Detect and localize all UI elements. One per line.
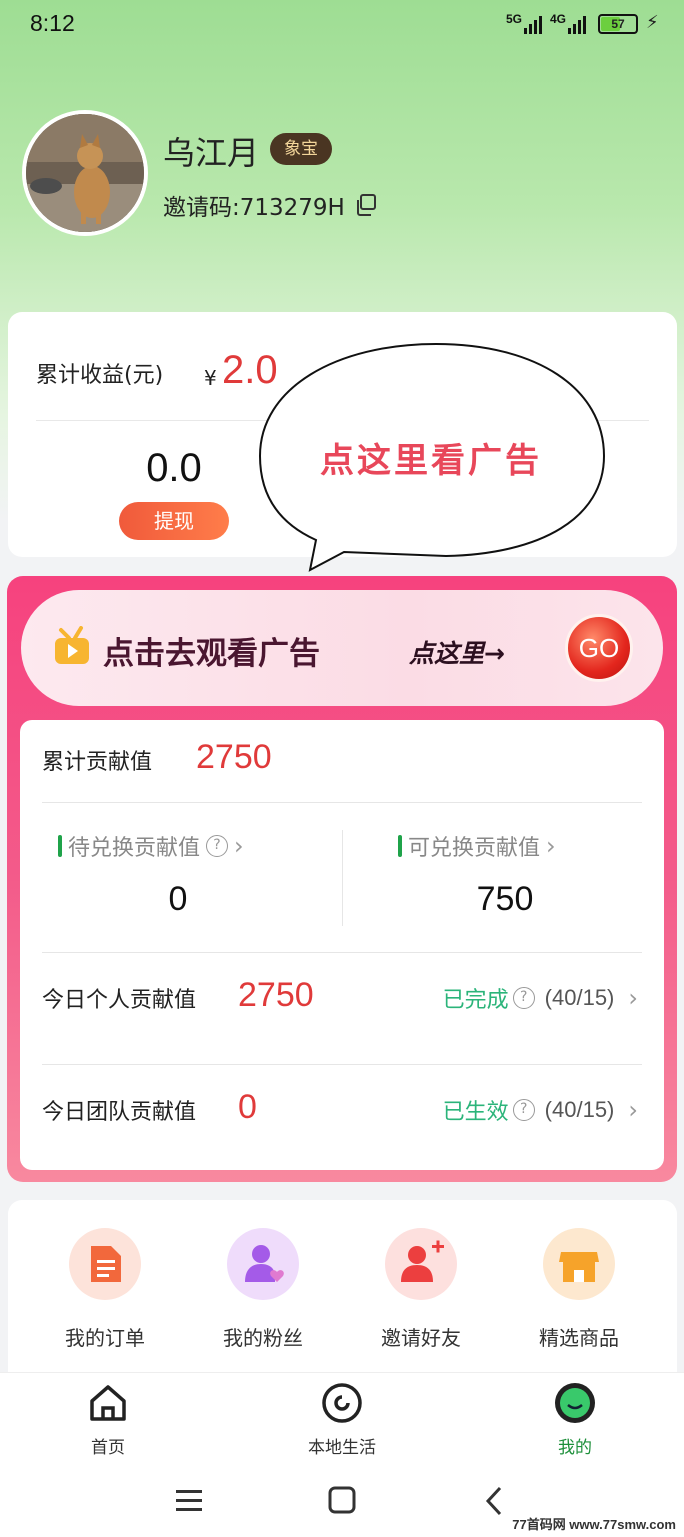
home-button-icon[interactable]	[322, 1486, 362, 1516]
divider	[42, 1064, 642, 1065]
status-text: 已完成	[442, 988, 509, 1013]
bottom-tab-bar: 首页 本地生活 我的	[0, 1372, 684, 1468]
tv-icon	[55, 626, 89, 664]
progress-count: (40/15)	[544, 985, 615, 1010]
help-icon[interactable]: ?	[512, 1099, 535, 1121]
chevron-right-icon: ›	[546, 832, 556, 860]
watch-ad-hint: 点这里→	[409, 639, 505, 668]
chevron-right-icon: ›	[628, 1096, 638, 1124]
watch-ad-title: 点击去观看广告	[103, 636, 320, 672]
pending-contribution-value: 0	[168, 880, 188, 918]
chevron-right-icon: ›	[234, 832, 244, 860]
home-icon	[86, 1381, 130, 1425]
status-time: 8:12	[30, 10, 75, 36]
redeemable-contribution-label: 可兑换贡献值	[408, 836, 541, 861]
column-divider	[342, 830, 343, 926]
tab-local-life[interactable]: 本地生活	[282, 1381, 402, 1458]
redeemable-contribution-header[interactable]: 可兑换贡献值 ›	[398, 830, 556, 862]
avatar-photo	[26, 114, 144, 232]
today-team-status[interactable]: 已生效 ? (40/15) ›	[443, 1094, 638, 1126]
redeemable-contribution-value: 750	[476, 880, 534, 918]
charging-icon: ⚡	[646, 12, 659, 33]
divider	[42, 952, 642, 953]
battery-icon: 57	[598, 14, 638, 34]
order-icon	[69, 1228, 141, 1300]
back-icon[interactable]	[476, 1486, 516, 1516]
network-4g-label: 4G	[550, 12, 567, 26]
status-text: 已生效	[442, 1100, 509, 1125]
tab-label: 首页	[91, 1438, 125, 1458]
shop-icon	[543, 1228, 615, 1300]
invite-friend-icon	[385, 1228, 457, 1300]
today-personal-label: 今日个人贡献值	[42, 988, 197, 1013]
quick-action-fans[interactable]: 我的粉丝	[198, 1228, 328, 1351]
today-personal-value: 2750	[238, 976, 314, 1014]
copy-icon[interactable]	[355, 194, 377, 216]
pending-contribution-label: 待兑换贡献值	[68, 836, 201, 861]
quick-action-label: 邀请好友	[381, 1326, 461, 1350]
avatar[interactable]	[22, 110, 148, 236]
help-icon[interactable]: ?	[512, 987, 535, 1009]
contribution-card: 累计贡献值 2750 待兑换贡献值 ? › 可兑换贡献值 › 0 750 今日个…	[20, 720, 664, 1170]
tab-profile[interactable]: 我的	[515, 1381, 635, 1458]
invite-code-row: 邀请码:713279H	[163, 188, 377, 222]
today-team-value: 0	[238, 1088, 257, 1126]
status-bar: 8:12 5G 4G 57 ⚡	[0, 0, 684, 50]
pending-contribution-header[interactable]: 待兑换贡献值 ? ›	[58, 830, 244, 862]
tab-home[interactable]: 首页	[48, 1381, 168, 1458]
earnings-label: 累计收益(元)	[36, 363, 164, 388]
balance-value: 0.0	[146, 446, 202, 490]
currency-symbol: ¥	[204, 366, 217, 390]
divider	[42, 802, 642, 803]
quick-action-label: 我的订单	[65, 1326, 145, 1350]
tab-label: 本地生活	[308, 1438, 376, 1458]
go-button[interactable]: GO	[565, 614, 633, 682]
quick-action-label: 精选商品	[539, 1326, 619, 1350]
withdraw-button[interactable]: 提现	[119, 502, 229, 540]
green-marker	[58, 835, 62, 857]
tab-label: 我的	[558, 1438, 592, 1458]
total-contribution-label: 累计贡献值	[42, 750, 153, 775]
invite-code: 邀请码:713279H	[163, 195, 345, 221]
bubble-text: 点这里看广告	[320, 441, 542, 481]
local-life-icon	[320, 1381, 364, 1425]
quick-action-label: 我的粉丝	[223, 1326, 303, 1350]
quick-actions-card: 我的订单 我的粉丝 邀请好友 精选商品	[8, 1200, 677, 1375]
battery-level: 57	[611, 17, 625, 31]
quick-action-orders[interactable]: 我的订单	[40, 1228, 170, 1351]
today-team-label: 今日团队贡献值	[42, 1100, 197, 1125]
quick-action-invite[interactable]: 邀请好友	[356, 1228, 486, 1351]
chevron-right-icon: ›	[628, 984, 638, 1012]
total-contribution-value: 2750	[196, 738, 272, 776]
menu-icon[interactable]	[170, 1486, 210, 1516]
help-icon[interactable]: ?	[206, 835, 229, 857]
network-5g-label: 5G	[506, 12, 523, 26]
watch-ad-banner[interactable]: 点击去观看广告 点这里→ GO	[21, 590, 663, 706]
quick-action-shop[interactable]: 精选商品	[514, 1228, 644, 1351]
green-marker	[398, 835, 402, 857]
system-nav-bar: 77首码网 www.77smw.com	[0, 1468, 684, 1537]
username: 乌江月	[163, 134, 260, 172]
progress-count: (40/15)	[544, 1097, 615, 1122]
member-badge: 象宝	[270, 133, 332, 165]
profile-icon	[553, 1381, 597, 1425]
fans-icon	[227, 1228, 299, 1300]
watermark: 77首码网 www.77smw.com	[512, 1517, 676, 1532]
signal-icon-2	[568, 16, 586, 34]
today-personal-status[interactable]: 已完成 ? (40/15) ›	[443, 982, 638, 1014]
signal-icon	[524, 16, 542, 34]
